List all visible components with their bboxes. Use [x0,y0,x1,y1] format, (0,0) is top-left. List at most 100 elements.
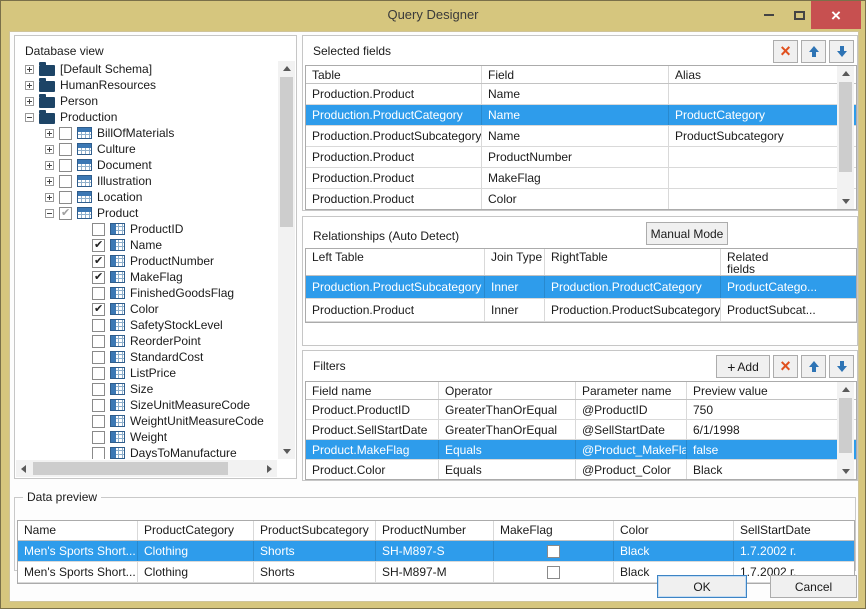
column-header-related-fields[interactable]: Related fields [721,249,857,275]
column-header-sellstartdate[interactable]: SellStartDate [734,521,855,540]
maximize-button[interactable] [787,1,811,29]
minimize-button[interactable] [757,1,781,29]
tree-item-finishedgoodsflag[interactable]: FinishedGoodsFlag [17,285,277,301]
table-row[interactable]: Production.ProductMakeFlag [306,168,856,189]
tree-checkbox[interactable] [92,335,105,348]
tree-item-productid[interactable]: ProductID [17,221,277,237]
table-row[interactable]: Men's Sports Short...ClothingShortsSH-M8… [18,541,854,562]
column-header-righttable[interactable]: RightTable [545,249,721,275]
tree-item-size[interactable]: Size [17,381,277,397]
tree-checkbox[interactable] [92,415,105,428]
tree-checkbox[interactable] [92,319,105,332]
tree-item-culture[interactable]: Culture [17,141,277,157]
table-row[interactable]: Product.MakeFlagEquals@Product_MakeFlagf… [306,440,856,460]
tree-checkbox[interactable] [92,255,105,268]
tree-item-weight[interactable]: Weight [17,429,277,445]
tree-checkbox[interactable] [59,127,72,140]
expand-icon[interactable] [45,161,54,170]
column-header-parameter-name[interactable]: Parameter name [576,382,687,399]
table-row[interactable]: Production.ProductName [306,84,856,105]
scroll-up-arrow[interactable] [837,66,854,81]
manual-mode-button[interactable]: Manual Mode [646,222,728,245]
collapse-icon[interactable] [45,209,54,218]
scroll-up-arrow[interactable] [837,382,854,397]
expand-icon[interactable] [45,193,54,202]
column-header-field-name[interactable]: Field name [306,382,439,399]
tree-item-makeflag[interactable]: MakeFlag [17,269,277,285]
column-header-makeflag[interactable]: MakeFlag [494,521,614,540]
expand-icon[interactable] [45,145,54,154]
column-header-alias[interactable]: Alias [669,66,840,83]
move-field-down-button[interactable] [829,40,854,63]
table-row[interactable]: Production.ProductSubcategoryInnerProduc… [306,276,856,299]
tree-item-reorderpoint[interactable]: ReorderPoint [17,333,277,349]
column-header-table[interactable]: Table [306,66,482,83]
tree-item-sizeunitmeasurecode[interactable]: SizeUnitMeasureCode [17,397,277,413]
makeflag-checkbox[interactable] [547,566,560,579]
table-row[interactable]: Product.ColorEquals@Product_ColorBlack [306,460,856,480]
tree-item-safetystocklevel[interactable]: SafetyStockLevel [17,317,277,333]
move-filter-down-button[interactable] [829,355,854,378]
scroll-up-arrow[interactable] [278,61,295,76]
column-header-productnumber[interactable]: ProductNumber [376,521,494,540]
expand-icon[interactable] [25,97,34,106]
move-field-up-button[interactable] [801,40,826,63]
scroll-left-arrow[interactable] [16,460,31,477]
tree-item-standardcost[interactable]: StandardCost [17,349,277,365]
tree-checkbox[interactable] [92,431,105,444]
tree-checkbox[interactable] [92,223,105,236]
expand-icon[interactable] [25,81,34,90]
tree-item-document[interactable]: Document [17,157,277,173]
tree-item-person[interactable]: Person [17,93,277,109]
makeflag-checkbox[interactable] [547,545,560,558]
tree-item--default-schema-[interactable]: [Default Schema] [17,61,277,77]
scroll-right-arrow[interactable] [262,460,277,477]
tree-checkbox[interactable] [92,287,105,300]
add-filter-button[interactable]: +Add [716,355,770,378]
scrollbar-thumb[interactable] [33,462,228,475]
scrollbar-thumb[interactable] [839,398,852,453]
expand-icon[interactable] [25,65,34,74]
tree-checkbox[interactable] [59,143,72,156]
tree-item-productnumber[interactable]: ProductNumber [17,253,277,269]
table-row[interactable]: Product.SellStartDateGreaterThanOrEqual@… [306,420,856,440]
tree-item-listprice[interactable]: ListPrice [17,365,277,381]
column-header-color[interactable]: Color [614,521,734,540]
tree-checkbox[interactable] [59,207,72,220]
column-header-field[interactable]: Field [482,66,669,83]
table-row[interactable]: Production.ProductInnerProduction.Produc… [306,299,856,322]
column-header-left-table[interactable]: Left Table [306,249,485,275]
move-filter-up-button[interactable] [801,355,826,378]
tree-item-location[interactable]: Location [17,189,277,205]
tree-checkbox[interactable] [92,303,105,316]
tree-checkbox[interactable] [59,175,72,188]
scrollbar-thumb[interactable] [280,77,293,227]
table-row[interactable]: Production.ProductCategoryNameProductCat… [306,105,856,126]
tree-item-production[interactable]: Production [17,109,277,125]
close-button[interactable]: × [811,1,861,29]
tree-checkbox[interactable] [92,239,105,252]
column-header-productcategory[interactable]: ProductCategory [138,521,254,540]
tree-checkbox[interactable] [92,367,105,380]
tree-checkbox[interactable] [92,399,105,412]
column-header-name[interactable]: Name [18,521,138,540]
tree-checkbox[interactable] [92,383,105,396]
column-header-preview-value[interactable]: Preview value [687,382,840,399]
tree-item-name[interactable]: Name [17,237,277,253]
column-header-join-type[interactable]: Join Type [485,249,545,275]
cancel-button[interactable]: Cancel [770,575,857,598]
tree-checkbox[interactable] [92,351,105,364]
expand-icon[interactable] [45,177,54,186]
table-row[interactable]: Production.ProductColor [306,189,856,210]
table-row[interactable]: Product.ProductIDGreaterThanOrEqual@Prod… [306,400,856,420]
ok-button[interactable]: OK [657,575,747,598]
column-header-productsubcategory[interactable]: ProductSubcategory [254,521,376,540]
tree-item-weightunitmeasurecode[interactable]: WeightUnitMeasureCode [17,413,277,429]
tree-item-billofmaterials[interactable]: BillOfMaterials [17,125,277,141]
column-header-operator[interactable]: Operator [439,382,576,399]
scroll-down-arrow[interactable] [278,444,295,459]
tree-item-daystomanufacture[interactable]: DaysToManufacture [17,445,277,459]
tree-item-humanresources[interactable]: HumanResources [17,77,277,93]
tree-checkbox[interactable] [59,191,72,204]
tree-checkbox[interactable] [92,447,105,460]
